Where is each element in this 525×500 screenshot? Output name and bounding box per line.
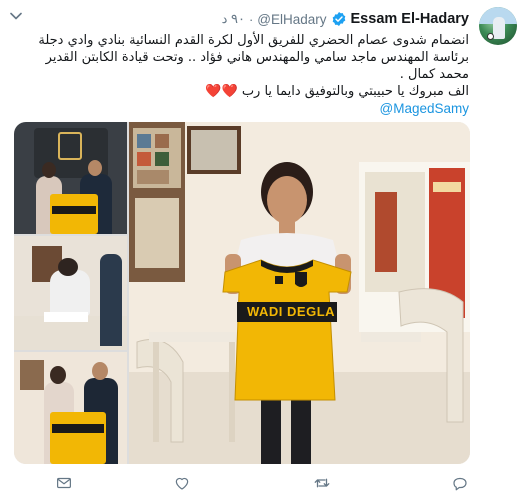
tweet-text: انضمام شدوى عصام الحضري للفريق الأول لكر…	[29, 32, 469, 117]
tweet-actions	[55, 474, 469, 494]
person-man-head-3	[92, 362, 108, 380]
tweet-card: Essam El-Hadary @ElHadary · ٩٠ د انضمام …	[0, 0, 525, 500]
author-handle[interactable]: @ElHadary	[257, 12, 326, 27]
retweet-icon[interactable]	[313, 474, 331, 492]
tweet-timestamp[interactable]: ٩٠ د	[222, 11, 245, 27]
signing-person-head	[58, 258, 78, 276]
photo-thumbnail-3[interactable]	[14, 352, 127, 464]
author-name[interactable]: Essam El-Hadary	[351, 11, 469, 27]
header-separator: ·	[248, 11, 254, 27]
envelope-icon[interactable]	[55, 474, 73, 492]
heart-emoji-icon: ❤️❤️	[205, 84, 238, 99]
tweet-header: Essam El-Hadary @ElHadary · ٩٠ د	[222, 10, 469, 28]
jersey-text: WADI DEGLA	[246, 304, 336, 319]
jersey-band-1	[52, 206, 96, 214]
avatar-figure	[493, 17, 505, 39]
tweet-text-line2: الف مبروك يا حبيبتي وبالتوفيق دايما يا ر…	[29, 83, 469, 100]
avatar-ball	[487, 33, 494, 40]
verified-badge-icon	[331, 11, 347, 27]
photo-thumbnail-2[interactable]	[14, 236, 127, 350]
photo-main[interactable]: WADI DEGLA	[129, 122, 470, 464]
media-grid: WADI DEGLA	[14, 122, 470, 464]
person-left-head	[42, 162, 56, 178]
reply-icon[interactable]	[451, 474, 469, 492]
chevron-down-icon[interactable]	[10, 12, 22, 20]
mention-link[interactable]: @MagedSamy	[29, 100, 470, 117]
author-avatar[interactable]	[479, 7, 517, 45]
person-girl-head-3	[50, 366, 66, 384]
main-photo-illustration	[129, 122, 470, 464]
tweet-text-line1: انضمام شدوى عصام الحضري للفريق الأول لكر…	[38, 33, 469, 82]
jersey-small-1	[50, 194, 98, 234]
tweet-text-congrats: الف مبروك يا حبيبتي وبالتوفيق دايما يا ر…	[241, 84, 469, 99]
standing-person	[100, 254, 122, 346]
heart-icon[interactable]	[173, 474, 191, 492]
deer-logo-icon	[58, 132, 82, 160]
person-right-head	[88, 160, 102, 176]
signing-person	[50, 270, 90, 316]
wall-frame-3	[20, 360, 44, 390]
jersey-small-3	[50, 412, 106, 464]
photo-thumbnail-1[interactable]	[14, 122, 127, 234]
paper	[44, 312, 88, 322]
jersey-band-3	[52, 424, 104, 433]
